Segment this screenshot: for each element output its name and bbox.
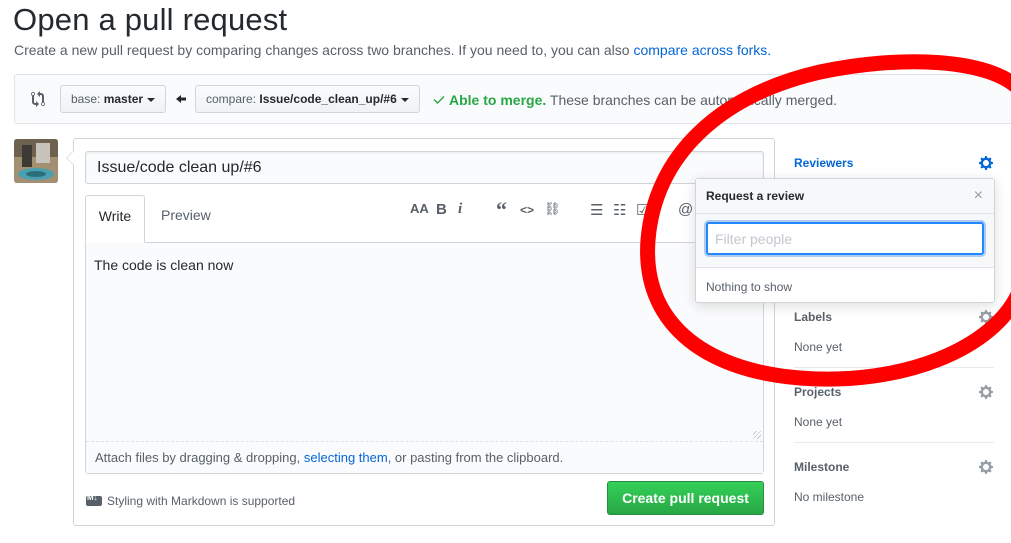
unordered-list-icon[interactable]: ☰ bbox=[590, 201, 603, 219]
compare-across-forks-link[interactable]: compare across forks. bbox=[633, 42, 771, 58]
task-list-icon[interactable]: ☑ bbox=[636, 201, 649, 219]
gear-icon[interactable] bbox=[978, 309, 994, 325]
select-files-link[interactable]: selecting them bbox=[304, 450, 388, 465]
labels-heading[interactable]: Labels bbox=[794, 310, 994, 324]
tab-preview[interactable]: Preview bbox=[149, 195, 223, 243]
page-subtitle: Create a new pull request by comparing c… bbox=[14, 42, 772, 58]
arrow-left-icon bbox=[176, 95, 186, 103]
pr-title-input[interactable]: Issue/code clean up/#6 bbox=[85, 151, 764, 184]
mention-icon[interactable]: @ bbox=[678, 201, 693, 218]
sidebar-labels: Labels None yet bbox=[794, 310, 994, 354]
caret-down-icon bbox=[147, 97, 156, 102]
popover-filter-area bbox=[696, 214, 994, 268]
pr-body-text: The code is clean now bbox=[94, 257, 234, 273]
check-icon bbox=[433, 96, 445, 104]
markdown-note[interactable]: Styling with Markdown is supported bbox=[86, 493, 295, 508]
milestone-value: No milestone bbox=[794, 490, 865, 504]
branch-compare-bar: base: master compare: Issue/code_clean_u… bbox=[14, 74, 1011, 124]
avatar-image bbox=[14, 139, 58, 183]
sidebar-divider bbox=[794, 367, 994, 368]
popover-empty-message: Nothing to show bbox=[706, 280, 793, 294]
merge-status: Able to merge. These branches can be aut… bbox=[433, 92, 837, 108]
base-branch-select[interactable]: base: master bbox=[60, 85, 167, 113]
labels-value: None yet bbox=[794, 340, 843, 354]
bold-icon[interactable]: B bbox=[436, 201, 447, 218]
ordered-list-icon[interactable]: ☷ bbox=[613, 201, 626, 219]
markdown-icon bbox=[86, 493, 102, 506]
sidebar-milestone: Milestone No milestone bbox=[794, 460, 994, 504]
quote-icon[interactable]: “ bbox=[496, 197, 507, 223]
code-icon[interactable]: <> bbox=[520, 203, 534, 217]
page-title: Open a pull request bbox=[13, 2, 288, 37]
tab-write[interactable]: Write bbox=[85, 195, 145, 243]
sidebar-projects: Projects None yet bbox=[794, 385, 994, 429]
attach-files-bar[interactable]: Attach files by dragging & dropping, sel… bbox=[86, 441, 763, 473]
sidebar-reviewers: Reviewers bbox=[794, 156, 994, 170]
caret-down-icon bbox=[400, 97, 409, 102]
heading-icon[interactable]: AA bbox=[410, 201, 429, 216]
projects-heading[interactable]: Projects bbox=[794, 385, 994, 399]
pr-body-textarea[interactable]: The code is clean now Attach files by dr… bbox=[85, 242, 764, 474]
gear-icon[interactable] bbox=[978, 384, 994, 400]
reviewers-heading[interactable]: Reviewers bbox=[794, 156, 994, 170]
milestone-heading[interactable]: Milestone bbox=[794, 460, 994, 474]
projects-value: None yet bbox=[794, 415, 843, 429]
git-compare-icon bbox=[31, 91, 45, 107]
link-icon[interactable]: ⛓ bbox=[544, 201, 561, 217]
italic-icon[interactable]: i bbox=[458, 201, 462, 218]
filter-people-input[interactable] bbox=[706, 222, 984, 255]
resize-handle[interactable] bbox=[753, 431, 761, 439]
gear-icon[interactable] bbox=[978, 155, 994, 171]
popover-title: Request a review bbox=[706, 189, 805, 203]
user-avatar[interactable] bbox=[14, 139, 58, 183]
close-icon[interactable]: × bbox=[974, 188, 983, 204]
popover-header: Request a review × bbox=[696, 179, 994, 214]
pull-request-form: Issue/code clean up/#6 Write Preview AA … bbox=[66, 138, 775, 526]
gear-icon[interactable] bbox=[978, 459, 994, 475]
create-pull-request-button[interactable]: Create pull request bbox=[607, 481, 764, 515]
compare-branch-select[interactable]: compare: Issue/code_clean_up/#6 bbox=[195, 85, 420, 113]
sidebar-divider bbox=[794, 442, 994, 443]
request-review-popover: Request a review × Nothing to show bbox=[695, 178, 995, 303]
